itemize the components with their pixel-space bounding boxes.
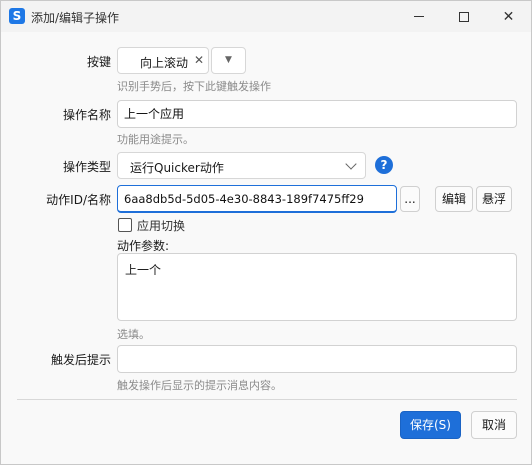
browse-button[interactable]: ... xyxy=(400,186,420,212)
hotkey-label: 按键 xyxy=(86,55,111,69)
remove-hotkey-icon[interactable]: ✕ xyxy=(194,53,204,67)
hotkey-dropdown-button[interactable]: ▼ xyxy=(211,47,246,74)
dialog-window: S 添加/编辑子操作 ✕ 按键 向上滚动 ✕ ▼ 识别手势后，按下此键触发操作 … xyxy=(0,0,532,465)
app-switch-label[interactable]: 应用切换 xyxy=(137,217,185,234)
hotkey-hint: 识别手势后，按下此键触发操作 xyxy=(117,80,271,93)
help-icon[interactable]: ? xyxy=(375,156,393,174)
close-icon: ✕ xyxy=(502,8,515,25)
edit-button[interactable]: 编辑 xyxy=(435,186,473,212)
footer-divider xyxy=(17,399,517,400)
window-title: 添加/编辑子操作 xyxy=(31,11,120,25)
hotkey-chip[interactable]: 向上滚动 ✕ xyxy=(117,47,209,74)
action-id-input[interactable]: 6aa8db5d-5d05-4e30-8843-189f7475ff29 xyxy=(117,185,397,213)
quicker-app-icon: S xyxy=(9,8,25,24)
action-type-label: 操作类型 xyxy=(62,160,111,174)
save-button[interactable]: 保存(S) xyxy=(400,411,461,439)
title-bar[interactable]: S 添加/编辑子操作 ✕ xyxy=(1,1,531,32)
post-tip-hint: 触发操作后显示的提示消息内容。 xyxy=(117,379,282,392)
maximize-icon xyxy=(458,11,469,22)
action-type-value: 运行Quicker动作 xyxy=(130,161,224,175)
cancel-button[interactable]: 取消 xyxy=(471,411,517,439)
maximize-button[interactable] xyxy=(441,1,486,32)
chevron-down-icon xyxy=(345,158,357,170)
params-hint: 选填。 xyxy=(117,328,150,341)
action-name-hint: 功能用途提示。 xyxy=(117,133,194,146)
float-button[interactable]: 悬浮 xyxy=(476,186,512,212)
close-button[interactable]: ✕ xyxy=(486,1,531,32)
action-id-label: 动作ID/名称 xyxy=(46,193,111,207)
minimize-button[interactable] xyxy=(396,1,441,32)
minimize-icon xyxy=(413,16,424,17)
app-switch-checkbox[interactable] xyxy=(118,218,132,232)
action-name-label: 操作名称 xyxy=(62,108,111,122)
hotkey-value: 向上滚动 xyxy=(140,56,189,70)
action-name-input[interactable]: 上一个应用 xyxy=(117,100,517,128)
post-tip-label: 触发后提示 xyxy=(50,353,111,367)
params-label: 动作参数: xyxy=(117,239,170,253)
post-tip-input[interactable] xyxy=(117,345,517,373)
action-type-select[interactable]: 运行Quicker动作 xyxy=(117,152,366,179)
params-textarea[interactable]: 上一个 xyxy=(117,253,517,321)
